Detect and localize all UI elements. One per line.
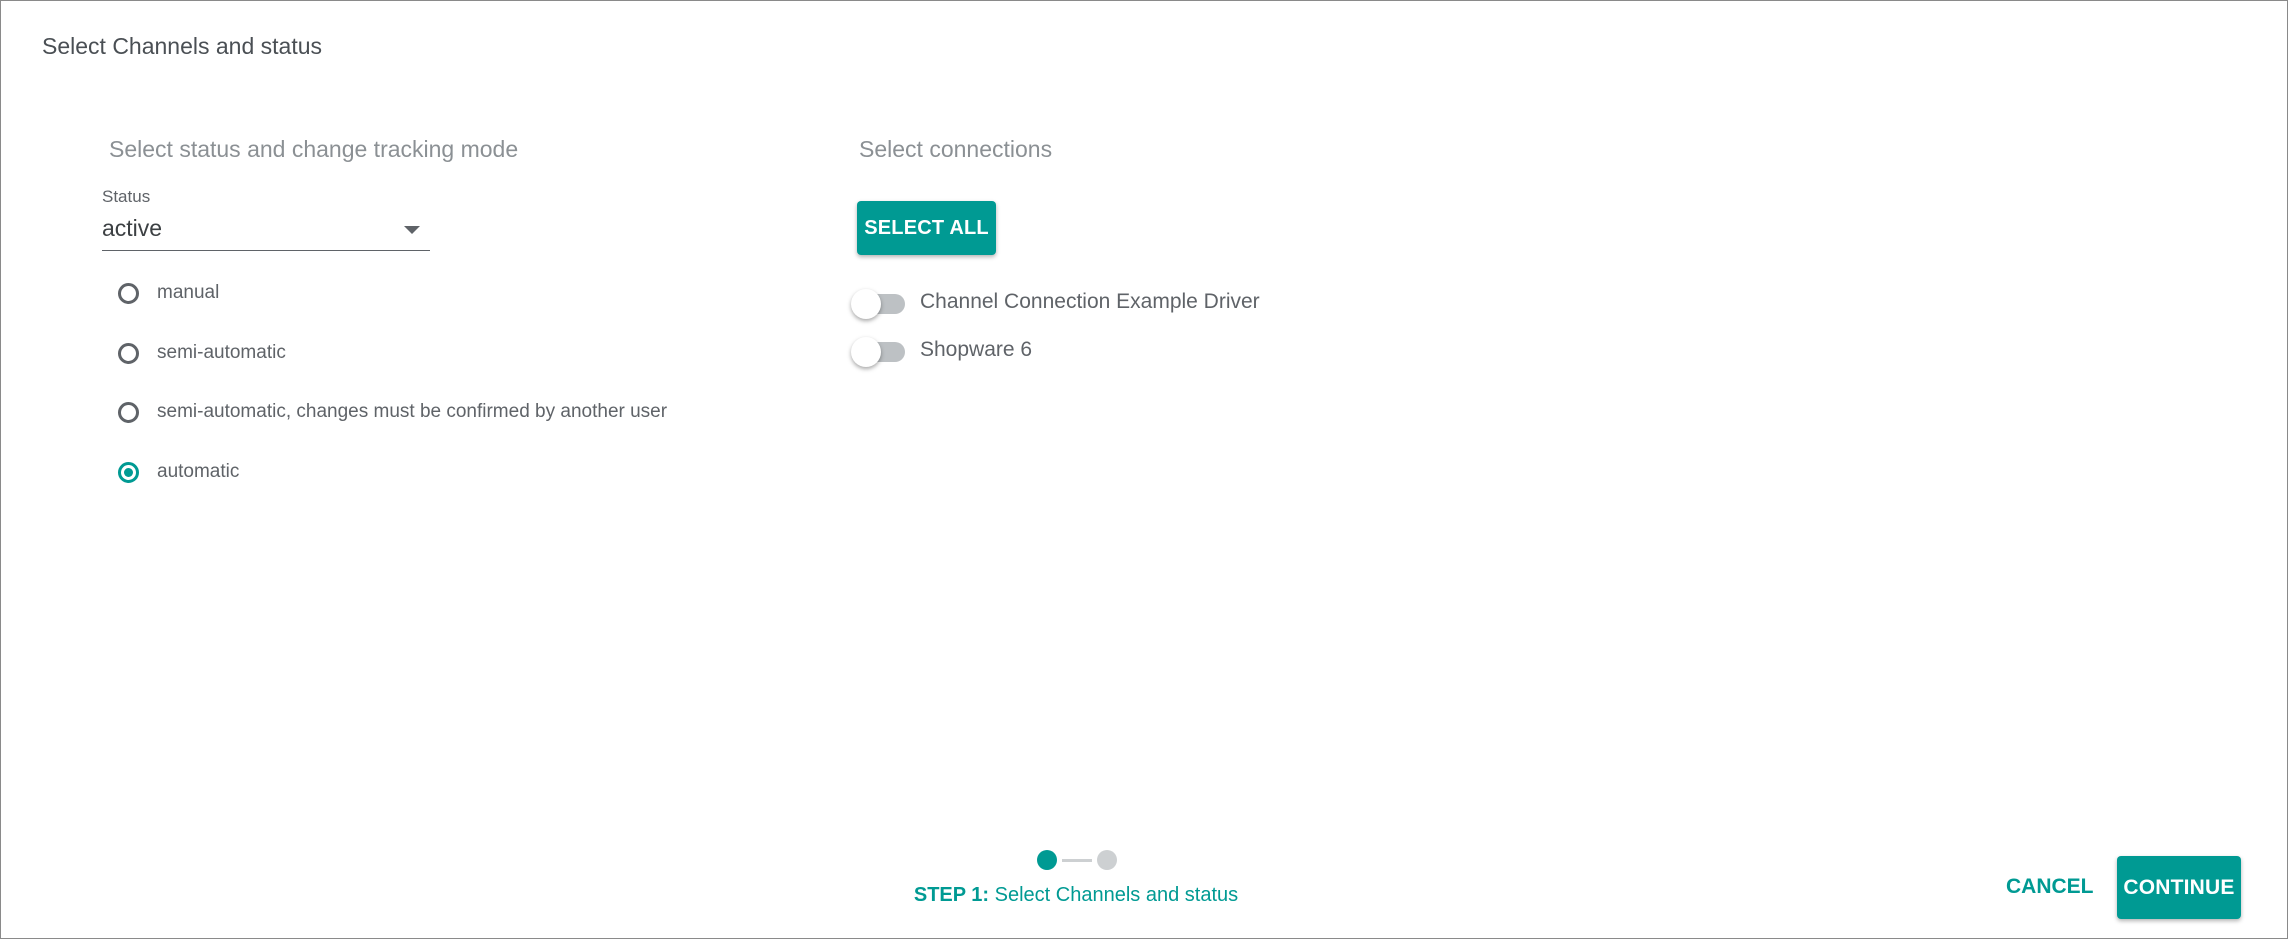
step-title: Select Channels and status — [994, 884, 1239, 906]
step-caption: STEP 1: Select Channels and status — [1, 884, 2151, 907]
toggle-switch[interactable] — [851, 336, 907, 367]
status-select-value: active — [102, 215, 163, 241]
connections-section-heading: Select connections — [859, 136, 1053, 162]
status-section-heading: Select status and change tracking mode — [109, 136, 519, 162]
radio-button-selected[interactable] — [118, 461, 139, 483]
radio-option-semi-automatic-confirmed[interactable]: semi-automatic, changes must be confirme… — [118, 395, 667, 429]
status-field-label: Status — [102, 187, 151, 206]
radio-option-automatic[interactable]: automatic — [118, 455, 239, 489]
step-connector — [1062, 858, 1092, 862]
dialog-title: Select Channels and status — [42, 33, 323, 59]
toggle-thumb — [851, 289, 881, 319]
radio-label: automatic — [157, 461, 240, 482]
radio-button[interactable] — [118, 282, 139, 304]
dropdown-arrow-icon — [404, 226, 420, 234]
radio-label: semi-automatic, changes must be confirme… — [157, 401, 668, 422]
toggle-thumb — [851, 337, 881, 367]
toggle-switch[interactable] — [851, 288, 907, 319]
continue-button[interactable]: CONTINUE — [2117, 856, 2241, 919]
dialog: Select Channels and status Select status… — [0, 0, 2288, 939]
status-select[interactable]: active — [102, 213, 430, 251]
connection-toggle-row[interactable]: Channel Connection Example Driver — [851, 284, 1260, 320]
connection-toggle-row[interactable]: Shopware 6 — [851, 332, 1032, 368]
step-1-dot — [1037, 850, 1057, 870]
step-2-dot — [1097, 850, 1117, 870]
connection-label: Channel Connection Example Driver — [920, 290, 1260, 313]
select-all-button[interactable]: SELECT ALL — [857, 201, 996, 255]
step-number: STEP 1: — [913, 884, 990, 906]
cancel-button[interactable]: CANCEL — [1996, 870, 2104, 904]
radio-button[interactable] — [118, 342, 139, 364]
radio-label: manual — [157, 282, 220, 303]
connection-label: Shopware 6 — [920, 338, 1033, 361]
stepper — [1037, 850, 1117, 870]
radio-option-manual[interactable]: manual — [118, 276, 219, 310]
radio-button[interactable] — [118, 401, 139, 423]
radio-option-semi-automatic[interactable]: semi-automatic — [118, 336, 286, 370]
radio-label: semi-automatic — [157, 342, 286, 363]
